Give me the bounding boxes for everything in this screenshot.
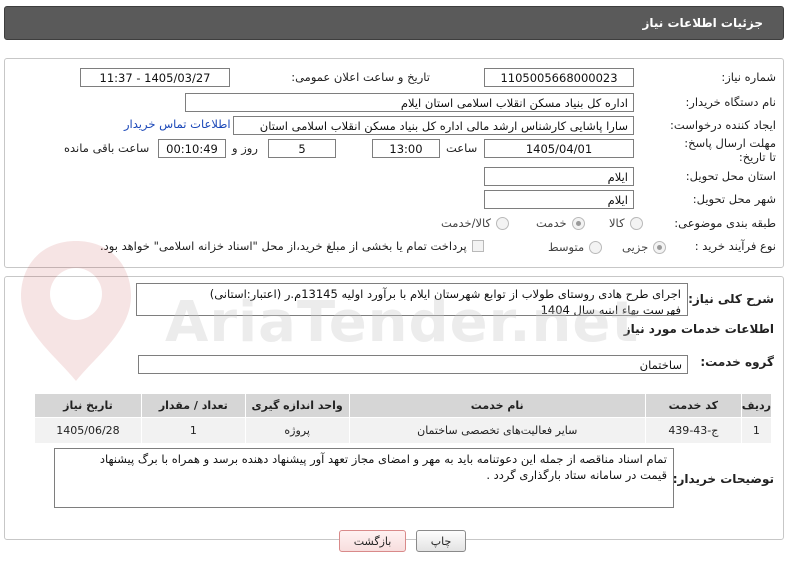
cell-row-number: 1: [740, 417, 773, 444]
category-label: طبقه بندی موضوعی:: [674, 216, 776, 230]
buyer-notes-textarea[interactable]: تمام اسناد مناقصه از جمله این دعوتنامه ب…: [54, 448, 674, 508]
buyer-contact-link[interactable]: اطلاعات تماس خریدار: [124, 117, 231, 131]
cell-service-name: سایر فعالیت‌های تخصصی ساختمان: [348, 417, 646, 444]
city-label: شهر محل تحویل:: [692, 192, 776, 206]
services-table: ردیف کد خدمت نام خدمت واحد اندازه گیری ت…: [34, 393, 773, 444]
treasury-payment-option[interactable]: پرداخت تمام یا بخشی از مبلغ خرید،از محل …: [100, 239, 484, 253]
need-number-label: شماره نیاز:: [721, 70, 776, 84]
radio-button[interactable]: [589, 240, 603, 254]
table-row[interactable]: 1 ج-43-439 سایر فعالیت‌های تخصصی ساختمان…: [34, 417, 773, 444]
page-title: جزئیات اطلاعات نیاز: [642, 16, 763, 30]
province-label: استان محل تحویل:: [685, 169, 776, 183]
category-option-goods-service-label: کالا/خدمت: [441, 216, 492, 230]
deadline-date-field[interactable]: 1405/04/01: [484, 139, 634, 158]
need-number-field[interactable]: 1105005668000023: [484, 68, 634, 87]
deadline-label: مهلت ارسال پاسخ: تا تاریخ:: [684, 136, 776, 164]
remaining-time-label: ساعت باقی مانده: [64, 141, 150, 155]
radio-button[interactable]: [629, 216, 643, 230]
col-service-name: نام خدمت: [348, 393, 646, 418]
service-group-field[interactable]: ساختمان: [138, 355, 688, 374]
buyer-notes-line-1: تمام اسناد مناقصه از جمله این دعوتنامه ب…: [99, 452, 667, 466]
page-header: جزئیات اطلاعات نیاز: [4, 6, 784, 40]
services-table-header: ردیف کد خدمت نام خدمت واحد اندازه گیری ت…: [34, 393, 773, 418]
services-section-title: اطلاعات خدمات مورد نیاز: [623, 322, 774, 336]
province-field[interactable]: ایلام: [484, 167, 634, 186]
category-option-service-label: خدمت: [536, 216, 567, 230]
remaining-time-field[interactable]: 00:10:49: [158, 139, 226, 158]
service-group-label: گروه خدمت:: [700, 355, 774, 369]
process-option-minor-label: جزیی: [622, 240, 649, 254]
col-need-date: تاریخ نیاز: [34, 393, 142, 418]
back-button[interactable]: بازگشت: [339, 530, 406, 552]
buyer-notes-line-2: قیمت در سامانه ستاد بارگذاری گردد .: [486, 468, 667, 482]
cell-quantity: 1: [140, 417, 246, 444]
process-type-label: نوع فرآیند خرید :: [694, 239, 776, 253]
summary-line-2: فهرست بهاء ابنیه سال 1404: [540, 303, 681, 316]
process-option-minor[interactable]: جزیی: [622, 240, 667, 254]
col-unit: واحد اندازه گیری: [244, 393, 350, 418]
category-option-goods-service[interactable]: کالا/خدمت: [441, 216, 510, 230]
treasury-payment-checkbox[interactable]: [471, 240, 484, 252]
radio-button[interactable]: [496, 216, 510, 230]
city-field[interactable]: ایلام: [484, 190, 634, 209]
cell-need-date: 1405/06/28: [34, 417, 142, 444]
buyer-org-label: نام دستگاه خریدار:: [685, 95, 776, 109]
announce-datetime-field[interactable]: 1405/03/27 - 11:37: [80, 68, 230, 87]
col-quantity: تعداد / مقدار: [140, 393, 246, 418]
need-info-panel: [4, 58, 784, 268]
process-option-medium-label: متوسط: [548, 240, 585, 254]
creator-label: ایجاد کننده درخواست:: [670, 118, 776, 132]
cell-unit: پروژه: [244, 417, 350, 444]
buyer-org-field[interactable]: اداره کل بنیاد مسکن انقلاب اسلامی استان …: [185, 93, 634, 112]
category-option-goods[interactable]: کالا: [609, 216, 643, 230]
col-service-code: کد خدمت: [644, 393, 742, 418]
process-option-medium[interactable]: متوسط: [548, 240, 603, 254]
deadline-time-field[interactable]: 13:00: [372, 139, 440, 158]
summary-line-1: اجرای طرح هادی روستای طولاب از توابع شهر…: [209, 287, 681, 301]
radio-button-selected[interactable]: [571, 216, 585, 230]
days-label: روز و: [232, 141, 258, 155]
radio-button-selected[interactable]: [653, 240, 667, 254]
category-option-service[interactable]: خدمت: [536, 216, 585, 230]
cell-service-code: ج-43-439: [644, 417, 742, 444]
creator-field[interactable]: سارا پاشایی کارشناس ارشد مالی اداره کل ب…: [233, 116, 634, 135]
category-option-goods-label: کالا: [609, 216, 625, 230]
treasury-payment-note: پرداخت تمام یا بخشی از مبلغ خرید،از محل …: [100, 239, 467, 253]
deadline-time-label: ساعت: [446, 141, 478, 155]
summary-textarea[interactable]: اجرای طرح هادی روستای طولاب از توابع شهر…: [136, 283, 688, 316]
summary-label: شرح کلی نیاز:: [688, 292, 774, 306]
announce-datetime-label: تاریخ و ساعت اعلان عمومی:: [291, 70, 430, 84]
col-row-number: ردیف: [740, 393, 773, 418]
print-button[interactable]: چاپ: [416, 530, 466, 552]
buyer-notes-label: توضیحات خریدار:: [672, 472, 774, 486]
days-remaining-field[interactable]: 5: [268, 139, 336, 158]
